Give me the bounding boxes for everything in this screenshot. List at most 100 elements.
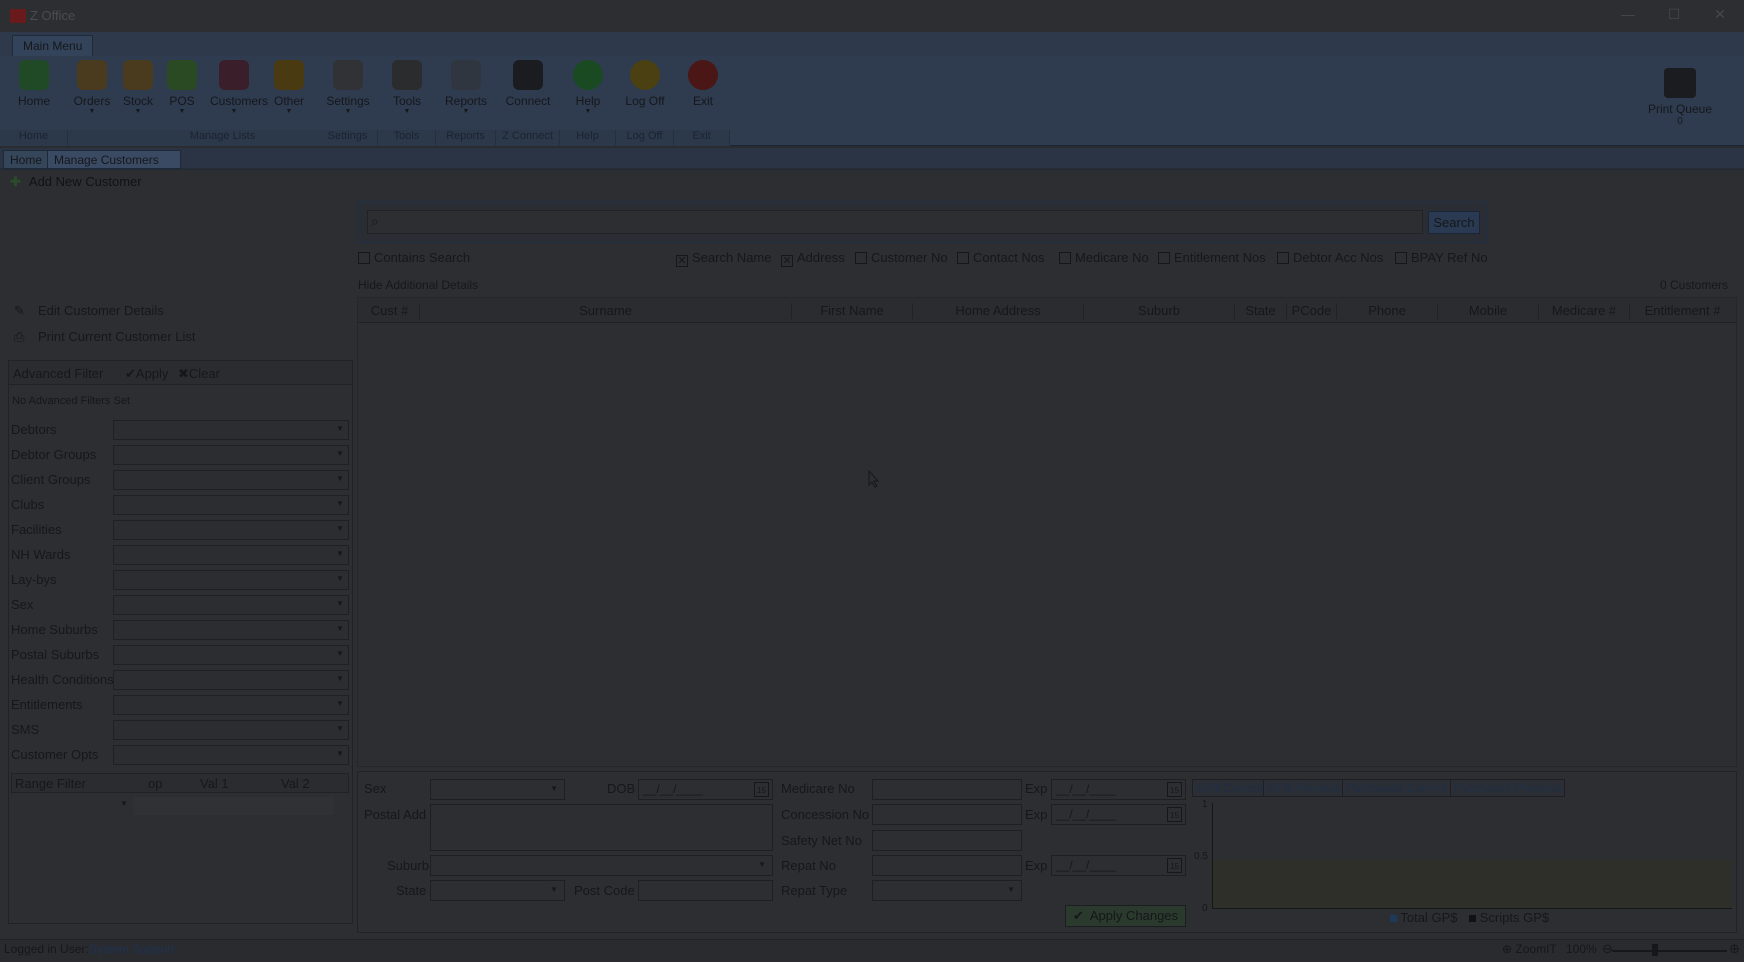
zoom-out-button[interactable]: ⊖ — [1602, 941, 1613, 957]
sms-select[interactable]: ▼ — [113, 720, 349, 740]
calendar-icon[interactable]: 15 — [1167, 807, 1182, 822]
entitlements-select[interactable]: ▼ — [113, 695, 349, 715]
address-checkbox[interactable]: ✕ Address — [781, 250, 845, 267]
sex-filter-select[interactable]: ▼ — [113, 595, 349, 615]
maximize-button[interactable]: ☐ — [1654, 6, 1694, 23]
client-groups-select[interactable]: ▼ — [113, 470, 349, 490]
tab-manage-customers[interactable]: Manage Customers ✕ — [47, 150, 181, 181]
print-queue-button[interactable]: Print Queue 0 — [1644, 68, 1716, 127]
search-button[interactable]: Search — [1428, 211, 1480, 234]
ribbon-tools-button[interactable]: Tools ▼ — [383, 60, 431, 116]
repat-type-label: Repat Type — [781, 883, 848, 898]
zoom-slider[interactable] — [1612, 950, 1727, 952]
repat-type-select[interactable]: ▼ — [872, 880, 1022, 901]
column-header-medicare-no[interactable]: Medicare # — [1539, 303, 1630, 319]
facilities-select[interactable]: ▼ — [113, 520, 349, 540]
clubs-select[interactable]: ▼ — [113, 495, 349, 515]
ribbon-exit-button[interactable]: Exit — [679, 60, 727, 108]
column-header-phone[interactable]: Phone — [1337, 303, 1438, 319]
zoom-slider-thumb[interactable] — [1652, 944, 1658, 956]
tab-home[interactable]: Home — [3, 150, 50, 169]
postal-address-input[interactable] — [430, 804, 773, 851]
apply-changes-label: Apply Changes — [1089, 908, 1179, 923]
postal-suburbs-select[interactable]: ▼ — [113, 645, 349, 665]
column-header-mobile[interactable]: Mobile — [1438, 303, 1539, 319]
close-window-button[interactable]: ✕ — [1700, 6, 1740, 23]
column-header-home-address[interactable]: Home Address — [913, 303, 1084, 319]
column-header-state[interactable]: State — [1235, 303, 1287, 319]
post-code-input[interactable] — [638, 880, 773, 901]
ribbon-stock-button[interactable]: Stock ▼ — [114, 60, 162, 116]
debtors-select[interactable]: ▼ — [113, 420, 349, 440]
tab-purchased-previous[interactable]: Purchased Previous — [1450, 779, 1566, 797]
health-conditions-select[interactable]: ▼ — [113, 670, 349, 690]
customer-opts-select[interactable]: ▼ — [113, 745, 349, 765]
column-header-first-name[interactable]: First Name — [792, 303, 913, 319]
contact-nos-checkbox[interactable]: Contact Nos — [957, 250, 1045, 265]
bpay-ref-no-checkbox[interactable]: BPAY Ref No — [1395, 250, 1488, 265]
concession-no-input[interactable] — [872, 804, 1022, 825]
tab-purchased-current[interactable]: Purchased Current — [1342, 779, 1451, 797]
ribbon-orders-button[interactable]: Orders ▼ — [68, 60, 116, 116]
ribbon-reports-button[interactable]: Reports ▼ — [442, 60, 490, 116]
minimize-button[interactable]: — — [1608, 6, 1648, 22]
lay-bys-select[interactable]: ▼ — [113, 570, 349, 590]
ribbon-pos-button[interactable]: POS ▼ — [158, 60, 206, 116]
search-input[interactable] — [367, 210, 1423, 234]
medicare-exp-field[interactable]: __/__/____ 15 — [1051, 779, 1186, 800]
ribbon-settings-button[interactable]: Settings ▼ — [324, 60, 372, 116]
edit-customer-details-link[interactable]: ✎ Edit Customer Details — [14, 303, 164, 319]
safety-net-no-input[interactable] — [872, 830, 1022, 851]
tab-gp-current[interactable]: GP$ Current — [1192, 779, 1268, 797]
customer-no-checkbox[interactable]: Customer No — [855, 250, 948, 265]
contains-search-checkbox[interactable]: Contains Search — [358, 250, 470, 265]
range-field-select[interactable]: ▼ — [12, 797, 132, 815]
ribbon-other-button[interactable]: Other ▼ — [265, 60, 313, 116]
debtor-acc-nos-checkbox[interactable]: Debtor Acc Nos — [1277, 250, 1383, 265]
debtor-groups-select[interactable]: ▼ — [113, 445, 349, 465]
exp-value: __/__/____ — [1056, 858, 1117, 872]
nh-wards-select[interactable]: ▼ — [113, 545, 349, 565]
zoom-in-button[interactable]: ⊕ — [1729, 941, 1740, 957]
tab-main-menu[interactable]: Main Menu — [12, 35, 94, 57]
calendar-icon[interactable]: 15 — [754, 782, 769, 797]
filter-apply-button[interactable]: ✔Apply — [125, 366, 168, 382]
column-header-entitlement-no[interactable]: Entitlement # — [1630, 303, 1735, 319]
group-label-log-off: Log Off — [616, 130, 674, 146]
column-header-pcode[interactable]: PCode — [1287, 303, 1337, 319]
zoomit-button[interactable]: ⊕ ZoomIT — [1502, 942, 1557, 956]
dob-field[interactable]: __/__/____ 15 — [638, 779, 773, 800]
stock-icon — [123, 60, 153, 90]
sex-select[interactable]: ▼ — [430, 779, 565, 800]
entitlement-nos-checkbox[interactable]: Entitlement Nos — [1158, 250, 1266, 265]
ribbon-help-button[interactable]: Help ▼ — [564, 60, 612, 116]
suburb-select[interactable]: ▼ — [430, 855, 773, 876]
concession-exp-field[interactable]: __/__/____ 15 — [1051, 804, 1186, 825]
repat-no-input[interactable] — [872, 855, 1022, 876]
calendar-icon[interactable]: 15 — [1167, 782, 1182, 797]
add-new-customer-button[interactable]: ✚ Add New Customer — [10, 174, 142, 190]
repat-exp-field[interactable]: __/__/____ 15 — [1051, 855, 1186, 876]
medicare-no-input[interactable] — [872, 779, 1022, 800]
ribbon-button-label: Tools — [392, 94, 421, 108]
tab-gp-previous[interactable]: GP$ Previous — [1263, 779, 1346, 797]
home-suburbs-select[interactable]: ▼ — [113, 620, 349, 640]
print-customer-list-link[interactable]: ⎙ Print Current Customer List — [14, 329, 196, 345]
ribbon-log-off-button[interactable]: Log Off — [621, 60, 669, 108]
column-header-suburb[interactable]: Suburb — [1084, 303, 1235, 319]
calendar-icon[interactable]: 15 — [1167, 858, 1182, 873]
ribbon-customers-button[interactable]: Customers ▼ — [210, 60, 268, 116]
hide-additional-details-link[interactable]: Hide Additional Details — [358, 278, 478, 292]
apply-changes-button[interactable]: ✔ Apply Changes — [1065, 905, 1186, 927]
medicare-no-checkbox[interactable]: Medicare No — [1059, 250, 1149, 265]
filter-clear-button[interactable]: ✖Clear — [178, 366, 220, 382]
dropdown-arrow-icon: ▼ — [336, 749, 344, 758]
range-values-row[interactable] — [134, 797, 334, 815]
column-header-surname[interactable]: Surname — [420, 303, 792, 319]
column-header-cust-no[interactable]: Cust # — [360, 303, 420, 319]
search-name-checkbox[interactable]: ✕ Search Name — [676, 250, 771, 267]
ribbon-connect-button[interactable]: Connect — [504, 60, 552, 108]
customer-grid[interactable] — [357, 297, 1737, 767]
state-select[interactable]: ▼ — [430, 880, 565, 901]
ribbon-home-button[interactable]: Home — [10, 60, 58, 108]
